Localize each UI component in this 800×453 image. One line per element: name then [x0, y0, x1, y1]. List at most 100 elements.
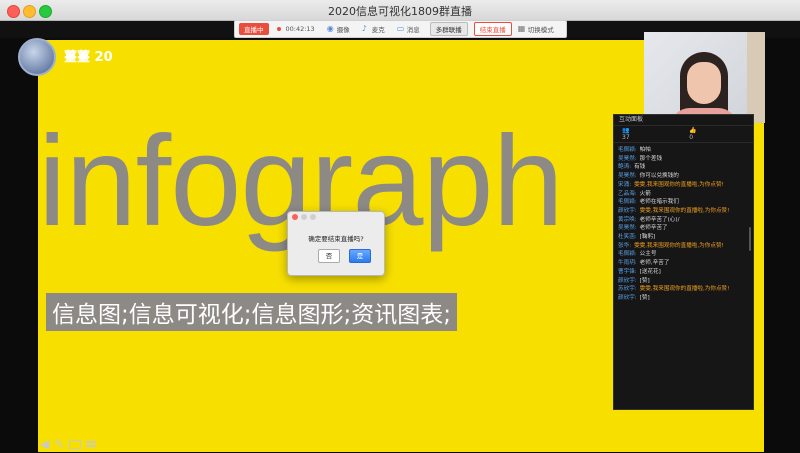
interaction-panel: 互动面板 👥 37 👍 0 毛佩颖: 帕帕 吴昊然: 那个差钱 鲍涛: 有钱 吴昊然: 你可以…	[613, 114, 754, 410]
chat-message: 曹宇锋: [送花花]	[618, 268, 749, 277]
chat-message-user: 曹宇锋:	[618, 268, 637, 275]
chat-message-user: 乙品海:	[618, 190, 637, 197]
mic-toggle[interactable]: ♪ 麦克	[361, 24, 385, 35]
switch-mode-label: 切换模式	[527, 26, 554, 34]
chat-message-text: 帕帕	[639, 147, 651, 153]
screen-icon[interactable]	[69, 439, 82, 449]
chat-message: 毛佩颖: 公主号	[618, 250, 749, 259]
chat-message: 牛雨玥: 老师,辛苦了	[618, 259, 749, 268]
message-label: 消息	[406, 26, 420, 34]
camera-toggle[interactable]: ◉ 摄像	[326, 24, 350, 35]
chat-message-text: 你可以兑换钱的	[639, 173, 679, 180]
dialog-buttons: 否 是	[318, 249, 371, 263]
chat-message-user: 吴昊然:	[618, 155, 637, 162]
yes-button[interactable]: 是	[349, 249, 371, 263]
chat-message-text: 老师辛苦了	[639, 225, 668, 232]
chat-message-text: 雯雯,我来围观你的直播啦,为你点赞!	[634, 181, 724, 188]
dialog-minimize-button	[301, 214, 307, 220]
chat-message-user: 吴昊然:	[618, 225, 637, 232]
chat-message-text: 有钱	[634, 164, 646, 171]
chat-message-user: 鲍涛:	[618, 164, 632, 171]
like-count: 👍 0	[689, 127, 697, 141]
chat-message: 毛佩颖: 帕帕	[618, 146, 749, 155]
host-avatar	[18, 38, 56, 76]
chat-message: 毛佩颖: 老师在暗示我们	[618, 198, 749, 207]
chat-message-user: 苏欣宇:	[618, 286, 637, 293]
chat-message-text: [赞]	[639, 277, 650, 284]
chat-message-text: 雯雯,我来围观你的直播啦,为你点赞!	[639, 286, 730, 293]
no-button[interactable]: 否	[318, 249, 340, 263]
chat-scrollbar[interactable]	[749, 227, 751, 251]
chat-message-user: 杜笑菡:	[618, 234, 637, 241]
chat-message-user: 毛佩颖:	[618, 199, 637, 206]
dialog-message: 确定要结束直播吗?	[308, 235, 364, 243]
chat-message-user: 张华:	[618, 242, 632, 249]
message-toggle[interactable]: ▭ 消息	[396, 24, 420, 35]
chat-message-text: 老师,辛苦了	[639, 260, 670, 267]
panel-title: 互动面板	[614, 115, 753, 126]
camera-icon: ◉	[326, 24, 334, 33]
chat-message-text: 火箭	[639, 190, 651, 197]
message-icon: ▭	[396, 24, 405, 33]
chat-message-text: [送花花]	[639, 268, 661, 275]
chat-message: 颜欣宇: 雯雯,我来围观你的直播啦,为你点赞!	[618, 207, 749, 216]
live-status-badge: 直播中	[239, 23, 269, 35]
recording-dot-icon	[276, 27, 281, 31]
webcam-video	[644, 32, 765, 123]
live-timer: 00:42:13	[285, 25, 315, 33]
chat-message: 吴昊然: 你可以兑换钱的	[618, 172, 749, 181]
chat-message-user: 黄宗唤:	[618, 216, 637, 223]
grid-icon: ▦	[517, 24, 526, 33]
chat-message: 乙品海: 火箭	[618, 190, 749, 199]
chat-message-text: 雯雯,我来围观你的直播啦,为你点赞!	[639, 207, 730, 214]
viewer-count: 👥 37	[622, 127, 630, 141]
pen-icon[interactable]: ✎	[54, 437, 64, 451]
chat-message-text: 老师辛苦了(心)/	[639, 216, 680, 223]
chat-message-text: 老师在暗示我们	[639, 199, 679, 206]
chat-message: 张华: 雯雯,我来围观你的直播啦,为你点赞!	[618, 242, 749, 251]
chat-message: 宋涌: 雯雯,我来围观你的直播啦,为你点赞!	[618, 181, 749, 190]
chat-message: 苏欣宇: 雯雯,我来围观你的直播啦,为你点赞!	[618, 285, 749, 294]
host-name: 薹薹 20	[64, 50, 113, 65]
chat-message-user: 颜欣宇:	[618, 294, 637, 301]
dialog-titlebar	[288, 212, 384, 221]
chat-message-text: 公主号	[639, 251, 657, 258]
dialog-zoom-button	[310, 214, 316, 220]
chat-message-user: 宋涌:	[618, 181, 632, 188]
multi-group-button[interactable]: 多群联播	[429, 22, 468, 36]
chat-message: 颜欣宇: [赞]	[618, 277, 749, 286]
chat-message-text: [鞠躬]	[639, 234, 656, 241]
mic-label: 麦克	[371, 26, 385, 34]
camera-label: 摄像	[336, 26, 350, 34]
menu-icon[interactable]	[86, 441, 97, 447]
chat-message: 杜笑菡: [鞠躬]	[618, 233, 749, 242]
slide-subtitle: 信息图;信息可视化;信息图形;资讯图表;	[46, 293, 457, 331]
chat-message-user: 牛雨玥:	[618, 260, 637, 267]
chat-message-user: 毛佩颖:	[618, 147, 637, 153]
chat-message: 颜欣宇: [赞]	[618, 294, 749, 303]
panel-stats: 👥 37 👍 0	[614, 126, 753, 143]
chat-message-text: 那个差钱	[639, 155, 663, 162]
window-titlebar: 2020信息可视化1809群直播	[0, 0, 800, 21]
chat-message: 吴昊然: 那个差钱	[618, 155, 749, 164]
live-toolbar: 直播中 00:42:13 ◉ 摄像 ♪ 麦克 ▭ 消息 多群联播 结束直播 ▦ …	[234, 20, 567, 38]
chat-message-text: [赞]	[639, 294, 650, 301]
chat-message-user: 毛佩颖:	[618, 251, 637, 258]
switch-mode-button[interactable]: ▦ 切换模式	[517, 24, 554, 35]
end-live-dialog: 确定要结束直播吗? 否 是	[287, 211, 385, 276]
chat-message: 鲍涛: 有钱	[618, 163, 749, 172]
back-arrow-icon[interactable]: ◀	[40, 437, 49, 451]
chat-message-user: 吴昊然:	[618, 173, 637, 180]
thumbs-up-icon: 👍	[689, 127, 697, 134]
chat-message-user: 颜欣宇:	[618, 277, 637, 284]
slide-toolbar: ◀ ✎	[40, 437, 101, 451]
window-title: 2020信息可视化1809群直播	[328, 5, 472, 18]
mic-icon: ♪	[361, 24, 367, 33]
chat-message-text: 雯雯,我来围观你的直播啦,为你点赞!	[634, 242, 724, 249]
chat-message: 吴昊然: 老师辛苦了	[618, 224, 749, 233]
people-icon: 👥	[622, 127, 630, 134]
chat-message: 黄宗唤: 老师辛苦了(心)/	[618, 216, 749, 225]
chat-message-list[interactable]: 毛佩颖: 帕帕 吴昊然: 那个差钱 鲍涛: 有钱 吴昊然: 你可以兑换钱的 宋涌: 雯雯,我来围观…	[614, 143, 753, 306]
end-live-button[interactable]: 结束直播	[473, 22, 512, 36]
dialog-close-button[interactable]	[292, 214, 298, 220]
